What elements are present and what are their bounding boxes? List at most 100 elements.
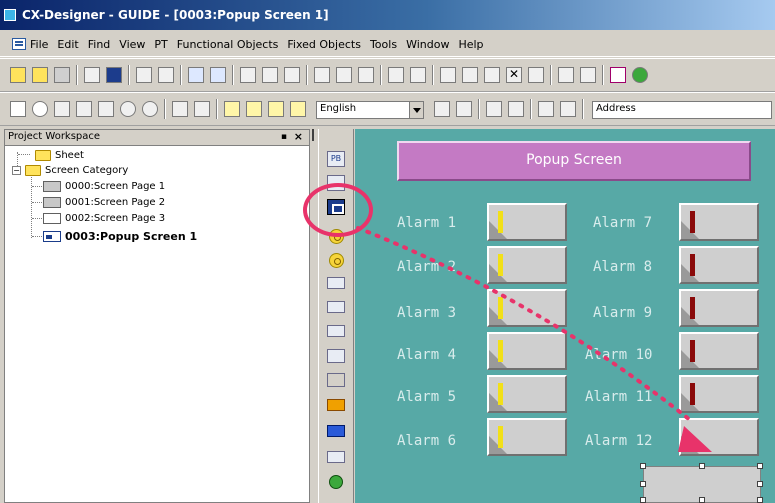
chevron-down-icon[interactable]	[409, 102, 423, 118]
page-switch-2-icon[interactable]	[508, 101, 524, 117]
run-icon[interactable]	[632, 67, 648, 83]
alarm-lamp-button[interactable]	[487, 375, 567, 413]
label-switch-2-icon[interactable]	[456, 101, 472, 117]
resize-handle[interactable]	[757, 481, 763, 487]
print-icon[interactable]	[358, 67, 374, 83]
open-folder-icon[interactable]	[10, 67, 26, 83]
tree-item-popup-screen-1[interactable]: 0003:Popup Screen 1	[43, 229, 197, 243]
resize-handle[interactable]	[699, 497, 705, 503]
page-icon[interactable]	[314, 67, 330, 83]
transfer-icon[interactable]	[158, 67, 174, 83]
resize-handle[interactable]	[640, 481, 646, 487]
align-left-icon[interactable]	[172, 101, 188, 117]
menu-window[interactable]: Window	[406, 38, 449, 51]
menu-pt[interactable]: PT	[154, 38, 167, 51]
undo-icon[interactable]	[388, 67, 404, 83]
page-switch-icon[interactable]	[486, 101, 502, 117]
rectangle-tool-icon[interactable]	[10, 101, 26, 117]
bar-graph-icon[interactable]	[327, 425, 345, 437]
alarm-lamp-button[interactable]	[487, 203, 567, 241]
tree-item-sheet[interactable]: Sheet	[35, 148, 84, 162]
alarm-lamp-button[interactable]	[679, 332, 759, 370]
arc-tool-icon[interactable]	[142, 101, 158, 117]
test-icon[interactable]	[188, 67, 204, 83]
alarm-lamp-button[interactable]	[487, 289, 567, 327]
replace-icon[interactable]	[580, 67, 596, 83]
tree-item-screen-page-3[interactable]: 0002:Screen Page 3	[43, 211, 165, 225]
splitter[interactable]	[310, 129, 318, 503]
menu-functional-objects[interactable]: Functional Objects	[177, 38, 279, 51]
redo-icon[interactable]	[410, 67, 426, 83]
circle-lamp-icon[interactable]	[329, 229, 344, 244]
state-switch-2-icon[interactable]	[560, 101, 576, 117]
resize-handle[interactable]	[757, 497, 763, 503]
resize-handle[interactable]	[640, 497, 646, 503]
menu-file[interactable]: File	[30, 38, 48, 51]
label-switch-icon[interactable]	[434, 101, 450, 117]
line-tool-icon[interactable]	[54, 101, 70, 117]
menu-edit[interactable]: Edit	[57, 38, 78, 51]
green-object-icon[interactable]	[329, 475, 343, 489]
popup-screen-banner[interactable]: Popup Screen	[397, 141, 751, 181]
find-icon[interactable]	[558, 67, 574, 83]
cut-icon[interactable]	[440, 67, 456, 83]
tree-item-screen-page-2[interactable]: 0001:Screen Page 2	[43, 195, 165, 209]
menu-find[interactable]: Find	[88, 38, 111, 51]
thumbwheel-icon[interactable]	[327, 373, 345, 387]
document-icon[interactable]	[12, 38, 26, 50]
open-project-icon[interactable]	[32, 67, 48, 83]
alarm-lamp-button[interactable]	[679, 203, 759, 241]
simulation-icon[interactable]	[210, 67, 226, 83]
alarm-lamp-button[interactable]	[487, 418, 567, 456]
string-display-icon[interactable]	[327, 301, 345, 313]
save-icon[interactable]	[106, 67, 122, 83]
language-select[interactable]: English	[316, 101, 424, 119]
alarm-lamp-button[interactable]	[679, 418, 759, 456]
alarm-lamp-button[interactable]	[487, 246, 567, 284]
new-lamp-placeholder[interactable]	[640, 463, 763, 503]
tree-item-screen-page-1[interactable]: 0000:Screen Page 1	[43, 179, 165, 193]
save-all-icon[interactable]	[54, 67, 70, 83]
list-icon[interactable]	[327, 349, 345, 363]
print-preview-icon[interactable]	[336, 67, 352, 83]
alarm-lamp-button[interactable]	[679, 246, 759, 284]
alarm-lamp-button[interactable]	[679, 375, 759, 413]
group-icon[interactable]	[268, 101, 284, 117]
resize-handle[interactable]	[640, 463, 646, 469]
tree-item-screen-category[interactable]: − Screen Category	[12, 163, 128, 177]
properties-icon[interactable]	[528, 67, 544, 83]
menu-tools[interactable]: Tools	[370, 38, 397, 51]
numeral-display-icon[interactable]	[327, 277, 345, 289]
rectangle-icon[interactable]	[327, 175, 345, 191]
resize-handle[interactable]	[757, 463, 763, 469]
ungroup-icon[interactable]	[290, 101, 306, 117]
alarm-lamp-button[interactable]	[679, 289, 759, 327]
sector-tool-icon[interactable]	[120, 101, 136, 117]
word-lamp-icon[interactable]	[329, 253, 344, 268]
alarm-lamp-button[interactable]	[487, 332, 567, 370]
circle-tool-icon[interactable]	[32, 101, 48, 117]
screen-icon[interactable]	[240, 67, 256, 83]
checkbox-icon[interactable]	[610, 67, 626, 83]
polyline-tool-icon[interactable]	[76, 101, 92, 117]
menu-view[interactable]: View	[119, 38, 145, 51]
data-block-icon[interactable]	[327, 325, 345, 337]
pin-icon[interactable]: ▪	[281, 132, 287, 142]
state-switch-icon[interactable]	[538, 101, 554, 117]
menu-help[interactable]: Help	[458, 38, 483, 51]
close-icon[interactable]: ×	[294, 130, 303, 143]
screen-paste-icon[interactable]	[284, 67, 300, 83]
broken-line-icon[interactable]	[327, 451, 345, 463]
lamp-button-icon[interactable]	[327, 199, 345, 215]
align-right-icon[interactable]	[194, 101, 210, 117]
copy-icon[interactable]	[462, 67, 478, 83]
address-field[interactable]: Address	[592, 101, 772, 119]
orange-object-icon[interactable]	[327, 399, 345, 411]
paste-icon[interactable]	[484, 67, 500, 83]
send-back-icon[interactable]	[246, 101, 262, 117]
screen-canvas[interactable]: Popup Screen Alarm 1 Alarm 2 Alarm 3 Ala…	[355, 129, 775, 503]
polygon-tool-icon[interactable]	[98, 101, 114, 117]
screen-copy-icon[interactable]	[262, 67, 278, 83]
new-icon[interactable]	[84, 67, 100, 83]
pt-icon[interactable]: PB	[327, 151, 345, 167]
